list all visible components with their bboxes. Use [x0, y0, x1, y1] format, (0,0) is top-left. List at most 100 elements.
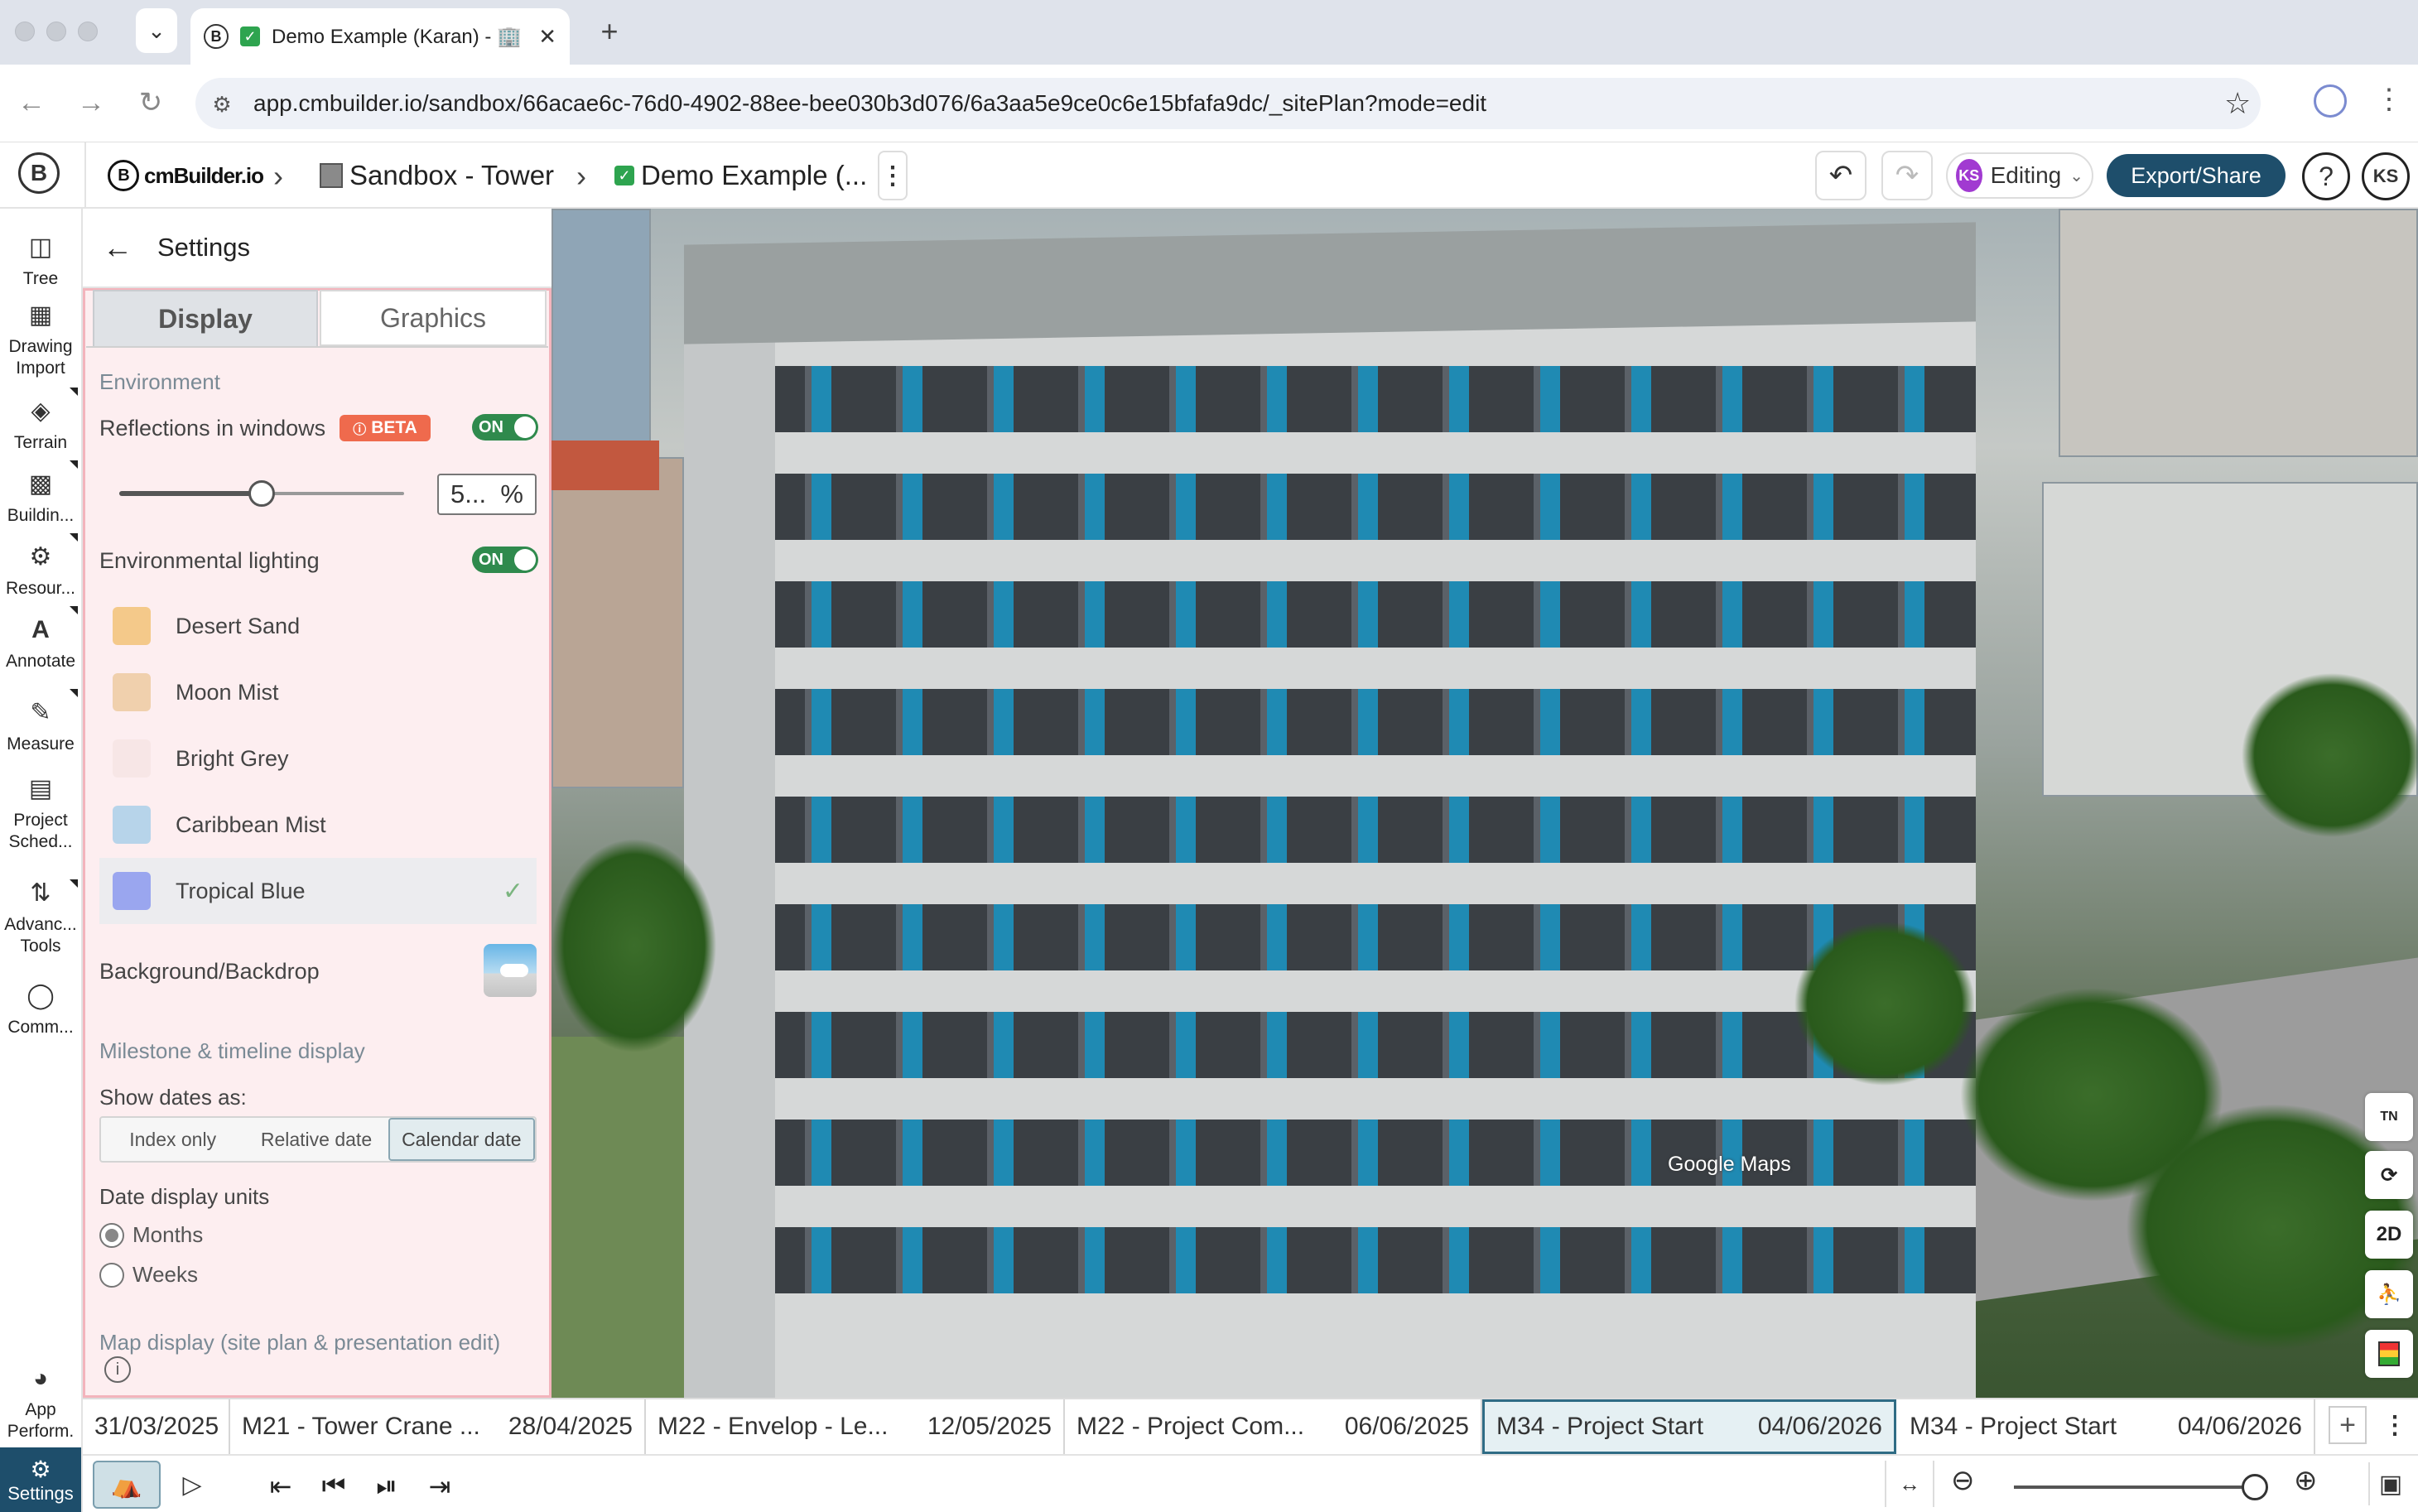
fullscreen-button[interactable]: ▣: [2368, 1462, 2411, 1505]
zoom-in-button[interactable]: ⊕: [2294, 1464, 2318, 1497]
previous-button[interactable]: ⏮: [313, 1466, 354, 1507]
timeline-item[interactable]: M22 - Project Com... 06/06/2025: [1065, 1399, 1482, 1454]
export-share-button[interactable]: Export/Share: [2107, 154, 2286, 197]
sidebar-item-terrain[interactable]: ◈ Terrain: [0, 381, 81, 454]
zoom-out-icon: ⊖: [1951, 1465, 1975, 1496]
help-button[interactable]: ?: [2302, 152, 2350, 200]
redo-icon: ↷: [1895, 160, 1919, 191]
background-label: Background/Backdrop: [99, 959, 320, 984]
reflection-slider-handle[interactable]: [248, 480, 275, 507]
reflections-toggle[interactable]: ON: [472, 414, 538, 441]
tab-graphics[interactable]: Graphics: [320, 290, 547, 346]
back-arrow-icon[interactable]: ←: [103, 230, 132, 265]
site-plan-mode-button[interactable]: ⛺: [93, 1461, 161, 1509]
sidebar-item-advanced-tools[interactable]: ⇅ Advanc... Tools: [0, 873, 81, 957]
annotate-icon: A: [31, 616, 50, 644]
new-tab-button[interactable]: +: [590, 12, 629, 51]
orbit-3d-button[interactable]: ⟳: [2365, 1151, 2413, 1199]
sidebar-item-app-performance[interactable]: ◕ App Perform.: [0, 1358, 81, 1442]
brand-logo[interactable]: B cmBuilder.io: [108, 159, 264, 192]
unit-months-label: Months: [132, 1222, 204, 1247]
timeline-item-active[interactable]: M34 - Project Start 04/06/2026: [1482, 1399, 1896, 1454]
true-north-button[interactable]: TN: [2365, 1093, 2413, 1141]
sidebar-item-tree[interactable]: ◫ Tree: [0, 217, 81, 290]
skip-to-end-button[interactable]: ⇥: [419, 1466, 460, 1507]
breadcrumb-sandbox[interactable]: Sandbox - Tower: [320, 159, 554, 192]
reload-button[interactable]: ↻: [131, 83, 171, 123]
env-preset-label: Tropical Blue: [176, 878, 306, 903]
radio-button[interactable]: [99, 1222, 124, 1248]
tab-title: Demo Example (Karan) - 🏢: [272, 25, 522, 48]
3d-viewport[interactable]: [552, 209, 2418, 1398]
user-avatar[interactable]: KS: [2362, 152, 2410, 200]
breadcrumb-project[interactable]: ✓ Demo Example (...: [614, 159, 867, 192]
redo-button[interactable]: ↷: [1881, 151, 1933, 200]
project-menu-button[interactable]: ⋮: [878, 151, 908, 200]
env-preset-moon-mist[interactable]: Moon Mist: [99, 659, 537, 725]
profile-icon[interactable]: [2314, 84, 2347, 118]
editing-mode-dropdown[interactable]: KS Editing ⌄: [1946, 152, 2093, 199]
url-input[interactable]: app.cmbuilder.io/sandbox/66acae6c-76d0-4…: [195, 78, 2261, 129]
env-preset-label: Moon Mist: [176, 679, 279, 705]
timeline-date: 04/06/2026: [2177, 1413, 2302, 1440]
presentation-mode-button[interactable]: ▷: [162, 1461, 222, 1509]
sidebar-item-buildings[interactable]: ▩ Buildin...: [0, 454, 81, 527]
env-preset-desert-sand[interactable]: Desert Sand: [99, 593, 537, 659]
browser-menu-icon[interactable]: ⋮: [2375, 83, 2403, 116]
sidebar-item-measure[interactable]: ✎ Measure: [0, 682, 81, 755]
date-option-calendar[interactable]: Calendar date: [388, 1118, 535, 1161]
sidebar-item-annotate[interactable]: A Annotate: [0, 600, 81, 672]
window-close-button[interactable]: [15, 22, 35, 41]
window-minimize-button[interactable]: [46, 22, 66, 41]
sidebar-item-project-schedule[interactable]: ▤ Project Sched...: [0, 768, 81, 853]
unit-weeks-option[interactable]: Weeks: [99, 1262, 198, 1288]
sidebar-item-settings[interactable]: ⚙ Settings: [0, 1447, 81, 1512]
date-option-relative[interactable]: Relative date: [244, 1118, 388, 1161]
date-option-index-only[interactable]: Index only: [101, 1118, 244, 1161]
env-preset-bright-grey[interactable]: Bright Grey: [99, 725, 537, 792]
app-logo-icon[interactable]: B: [18, 152, 60, 194]
add-milestone-button[interactable]: +: [2329, 1406, 2367, 1444]
env-preset-tropical-blue[interactable]: Tropical Blue ✓: [99, 858, 537, 924]
window-zoom-button[interactable]: [78, 22, 98, 41]
sidebar-item-drawing-import[interactable]: ▦ Drawing Import: [0, 296, 81, 379]
info-icon[interactable]: i: [104, 1356, 131, 1383]
undo-button[interactable]: ↶: [1815, 151, 1866, 200]
radio-button[interactable]: [99, 1262, 124, 1288]
toggle-label: ON: [479, 417, 503, 436]
skip-to-start-button[interactable]: ⇤: [260, 1466, 301, 1507]
sidebar-item-comments[interactable]: ◯ Comm...: [0, 965, 81, 1038]
view-2d-button[interactable]: 2D: [2365, 1211, 2413, 1259]
background-thumbnail[interactable]: [484, 944, 537, 997]
tab-search-button[interactable]: ⌄: [136, 8, 177, 53]
site-settings-icon[interactable]: ⚙: [209, 91, 235, 118]
timeline-item[interactable]: M22 - Envelop - Le... 12/05/2025: [646, 1399, 1065, 1454]
back-button[interactable]: ←: [12, 83, 51, 123]
layers-button[interactable]: [2365, 1330, 2413, 1378]
bookmark-star-icon[interactable]: ☆: [2224, 86, 2251, 121]
arrow-right-icon: →: [77, 86, 105, 118]
forward-button[interactable]: →: [71, 83, 111, 123]
close-icon[interactable]: ✕: [538, 24, 556, 50]
reflection-value-input[interactable]: 5... %: [437, 474, 537, 515]
timeline-item[interactable]: M34 - Project Start 04/06/2026: [1898, 1399, 2315, 1454]
timeline-zoom-handle[interactable]: [2241, 1474, 2268, 1500]
street-view-button[interactable]: ⛹: [2365, 1270, 2413, 1318]
timeline-item[interactable]: 31/03/2025: [83, 1399, 230, 1454]
sidebar-item-resources[interactable]: ⚙ Resour...: [0, 527, 81, 600]
breadcrumb-project-label: Demo Example (...: [641, 160, 868, 190]
timeline-menu-button[interactable]: ⋮: [2378, 1406, 2411, 1444]
map-display-section-title: Map display (site plan & presentation ed…: [99, 1330, 501, 1355]
unit-months-option[interactable]: Months: [99, 1222, 203, 1248]
zoom-out-button[interactable]: ⊖: [1951, 1464, 1975, 1497]
sidebar-item-label: Drawing Import: [8, 336, 73, 378]
play-button[interactable]: ⏯: [366, 1466, 407, 1507]
timeline-item[interactable]: M21 - Tower Crane ... 28/04/2025: [230, 1399, 646, 1454]
sidebar-item-label: Measure: [7, 734, 75, 754]
fit-timeline-button[interactable]: ↔: [1885, 1461, 1934, 1507]
browser-tab[interactable]: B ✓ Demo Example (Karan) - 🏢 ✕: [190, 8, 570, 65]
env-lighting-toggle[interactable]: ON: [472, 547, 538, 573]
tab-display[interactable]: Display: [93, 290, 318, 346]
timeline-zoom-slider[interactable]: [2014, 1486, 2267, 1489]
env-preset-caribbean-mist[interactable]: Caribbean Mist: [99, 792, 537, 858]
